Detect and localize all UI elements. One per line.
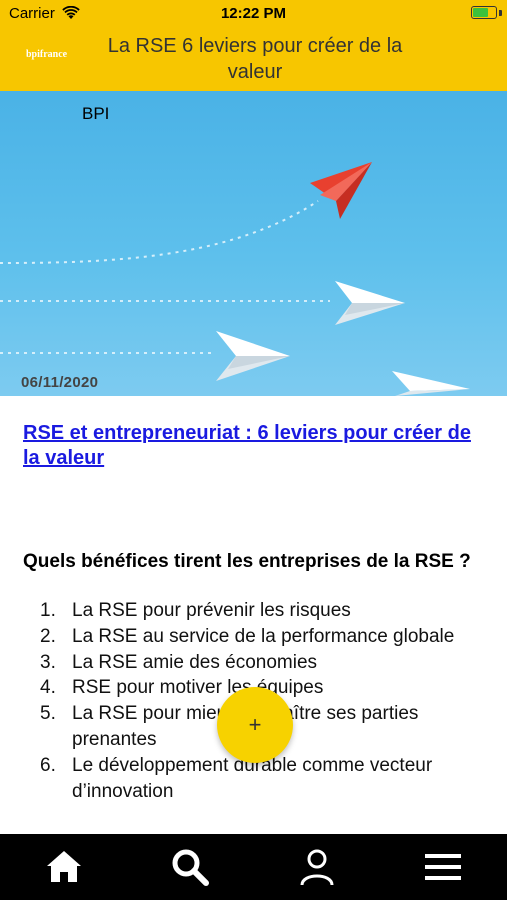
app-header: Carrier 12:22 PM bpifrance La RSE 6 levi… xyxy=(0,0,507,91)
list-item-number: 6. xyxy=(40,754,56,776)
battery-level xyxy=(473,8,488,17)
list-item-number: 4. xyxy=(40,677,56,699)
publication-date: 06/11/2020 xyxy=(21,374,99,391)
tab-home[interactable] xyxy=(44,847,84,887)
home-icon xyxy=(47,851,81,882)
battery-tip xyxy=(499,10,502,16)
tab-search[interactable] xyxy=(170,847,210,887)
list-item-number: 1. xyxy=(40,600,56,621)
section-heading: Quels bénéfices tirent les entreprises d… xyxy=(23,551,471,572)
list-item-number: 3. xyxy=(40,651,56,673)
bpifrance-logo: bpifrance xyxy=(26,49,68,60)
hero-source-label: BPI xyxy=(82,104,110,123)
article-content: RSE et entrepreneuriat : 6 leviers pour … xyxy=(0,396,507,834)
tab-profile[interactable] xyxy=(297,847,337,887)
list-item: 2. La RSE au service de la performance gl… xyxy=(23,624,484,650)
list-item-number: 2. xyxy=(40,625,56,647)
page-title: La RSE 6 leviers pour créer de la valeur xyxy=(107,35,403,83)
list-item: 3. La RSE amie des économies xyxy=(23,650,484,676)
list-item-text: La RSE au service de la performance glob… xyxy=(72,625,455,647)
list-item: 1. La RSE pour prévenir les risques xyxy=(23,598,484,624)
bottom-tab-bar xyxy=(0,834,507,900)
article-title-link[interactable]: RSE et entrepreneuriat : 6 leviers pour … xyxy=(23,421,484,471)
search-icon xyxy=(172,849,209,886)
tab-menu[interactable] xyxy=(423,847,463,887)
hero-image: BPI 06/11/2020 xyxy=(0,91,507,396)
status-bar: Carrier 12:22 PM xyxy=(0,0,507,27)
nav-bar: bpifrance La RSE 6 leviers pour créer de… xyxy=(0,27,507,91)
list-item-number: 5. xyxy=(40,703,56,725)
battery-icon xyxy=(471,6,497,19)
add-button[interactable]: + xyxy=(217,687,293,763)
list-item-text: La RSE pour prévenir les risques xyxy=(72,600,351,621)
menu-icon xyxy=(425,854,461,880)
user-icon xyxy=(300,849,334,886)
list-item-text: RSE pour motiver les équipes xyxy=(72,677,324,699)
list-item-text: La RSE amie des économies xyxy=(72,651,318,673)
status-time: 12:22 PM xyxy=(220,5,287,22)
paper-planes-illustration xyxy=(0,162,470,396)
plus-icon: + xyxy=(248,712,262,737)
